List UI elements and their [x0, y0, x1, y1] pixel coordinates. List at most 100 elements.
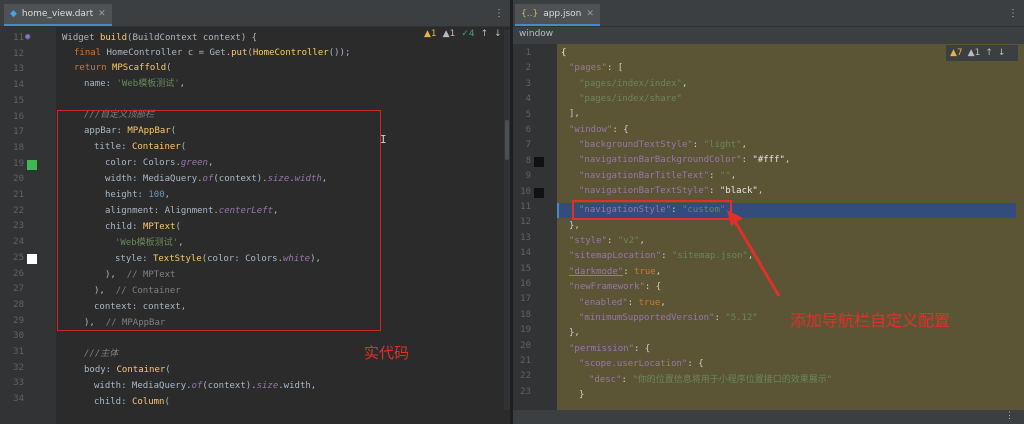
line-number: 22	[13, 205, 24, 216]
json-line: "newFramework": {	[569, 282, 662, 292]
tab-app-json[interactable]: {..} app.json ✕	[515, 4, 600, 26]
line-number: 30	[13, 331, 24, 342]
json-line: "navigationBarBackgroundColor": "#fff",	[579, 155, 791, 165]
line-number: 12	[520, 217, 531, 228]
line-number: 11	[13, 33, 24, 43]
json-line: "navigationBarTextStyle": "black",	[579, 186, 764, 196]
line-number: 11	[520, 202, 531, 212]
line-number: 14	[13, 80, 24, 91]
json-line: "pages/index/index",	[579, 79, 688, 89]
black-color-swatch[interactable]	[534, 188, 544, 198]
close-icon[interactable]: ✕	[586, 9, 594, 19]
line-number: 33	[13, 378, 24, 389]
prev-highlight-icon[interactable]: ↑	[985, 48, 993, 58]
json-line: "navigationBarTitleText": "",	[579, 171, 737, 181]
close-icon[interactable]: ✕	[98, 9, 106, 19]
navigation-style-highlight-box	[572, 200, 732, 220]
code-line: ///主体	[84, 349, 119, 359]
code-line: child: Column(	[94, 397, 170, 407]
json-line: "style": "v2",	[569, 236, 645, 246]
json-line: },	[569, 328, 580, 338]
inspection-widget[interactable]: ▲7 ▲1 ↑ ↓	[946, 45, 1018, 61]
line-number: 27	[13, 284, 24, 295]
line-number: 1	[525, 48, 531, 58]
json-line: "window": {	[569, 125, 629, 135]
more-options-icon[interactable]: ⋮	[494, 8, 504, 19]
line-number: 34	[13, 394, 24, 405]
line-number: 22	[520, 371, 531, 382]
line-number: 31	[13, 347, 24, 357]
line-number: 19	[13, 158, 24, 169]
line-number: 8	[525, 155, 531, 166]
line-number: 13	[13, 64, 24, 75]
next-highlight-icon[interactable]: ↓	[494, 29, 502, 39]
json-line: "minimumSupportedVersion": "5.12"	[579, 313, 758, 323]
line-number: 20	[520, 340, 531, 351]
typo-icon: ✓4	[461, 29, 475, 39]
annotation-arrow	[727, 210, 781, 297]
tab-label: app.json	[543, 9, 582, 19]
left-annotation: 实代码	[364, 344, 410, 362]
line-number: 13	[520, 232, 531, 243]
code-line: final HomeController c = Get.put(HomeCon…	[74, 48, 351, 58]
code-line: name: 'Web模板测试',	[84, 79, 186, 89]
warning-icon: ▲1	[424, 29, 437, 39]
line-number: 10	[520, 186, 531, 197]
weak-warning-icon: ▲1	[442, 29, 456, 39]
weak-warning-icon: ▲1	[967, 48, 981, 58]
breadcrumb[interactable]: window	[513, 27, 1024, 44]
right-tab-bar: {..} app.json ✕ ⋮	[513, 0, 1024, 27]
warning-icon: ▲7	[950, 48, 963, 58]
more-options-icon[interactable]: ⋮	[1008, 8, 1018, 19]
line-number: 15	[13, 95, 24, 106]
appbar-highlight-box	[57, 110, 381, 331]
json-line: }	[579, 390, 585, 400]
line-number: 12	[13, 48, 24, 59]
line-number: 20	[13, 174, 24, 185]
line-number: 18	[13, 142, 24, 153]
override-marker-icon[interactable]: ◉	[25, 32, 30, 42]
green-color-swatch[interactable]	[27, 160, 37, 170]
json-line: "enabled": true,	[579, 298, 666, 308]
line-number: 23	[520, 386, 531, 397]
json-line: "desc": "你的位置信息将用于小程序位置接口的效果展示"	[589, 375, 833, 385]
left-tab-bar: ◆ home_view.dart ✕ ⋮	[0, 0, 510, 27]
json-line: "pages": [	[569, 63, 624, 73]
json-line: {	[561, 48, 567, 58]
status-bar: ⋮	[513, 410, 1024, 424]
json-line: "backgroundTextStyle": "light",	[579, 140, 747, 150]
text-cursor-icon: I	[380, 133, 387, 146]
white-color-swatch[interactable]	[27, 254, 37, 264]
prev-highlight-icon[interactable]: ↑	[481, 29, 489, 39]
code-line: return MPScaffold(	[74, 63, 172, 73]
line-number: 32	[13, 362, 24, 373]
code-line: body: Container(	[84, 365, 171, 375]
code-line: Widget build(BuildContext context) {	[62, 33, 258, 43]
json-line: "pages/index/share"	[579, 94, 682, 104]
line-number: 3	[525, 78, 531, 89]
line-number: 21	[13, 190, 24, 200]
line-number: 26	[13, 268, 24, 279]
dart-file-icon: ◆	[10, 9, 17, 19]
next-highlight-icon[interactable]: ↓	[998, 48, 1006, 58]
line-number: 9	[525, 171, 531, 182]
line-number: 17	[13, 127, 24, 138]
line-number: 7	[525, 140, 531, 151]
json-file-icon: {..}	[521, 9, 539, 19]
inspection-widget[interactable]: ▲1 ▲1 ✓4 ↑ ↓	[424, 29, 502, 39]
json-line: ],	[569, 109, 580, 119]
line-number: 6	[525, 125, 531, 135]
more-options-icon[interactable]: ⋮	[1005, 411, 1014, 421]
json-line: },	[569, 221, 580, 231]
caret-marker	[557, 203, 559, 218]
black-color-swatch[interactable]	[534, 157, 544, 167]
tab-home-view-dart[interactable]: ◆ home_view.dart ✕	[4, 4, 112, 26]
line-number: 17	[520, 294, 531, 305]
line-number: 4	[525, 94, 531, 105]
line-number: 5	[525, 109, 531, 120]
code-line: width: MediaQuery.of(context).size.width…	[94, 381, 317, 391]
line-number: 24	[13, 237, 24, 248]
tab-label: home_view.dart	[21, 9, 94, 19]
line-number: 16	[13, 111, 24, 122]
line-number: 29	[13, 315, 24, 326]
